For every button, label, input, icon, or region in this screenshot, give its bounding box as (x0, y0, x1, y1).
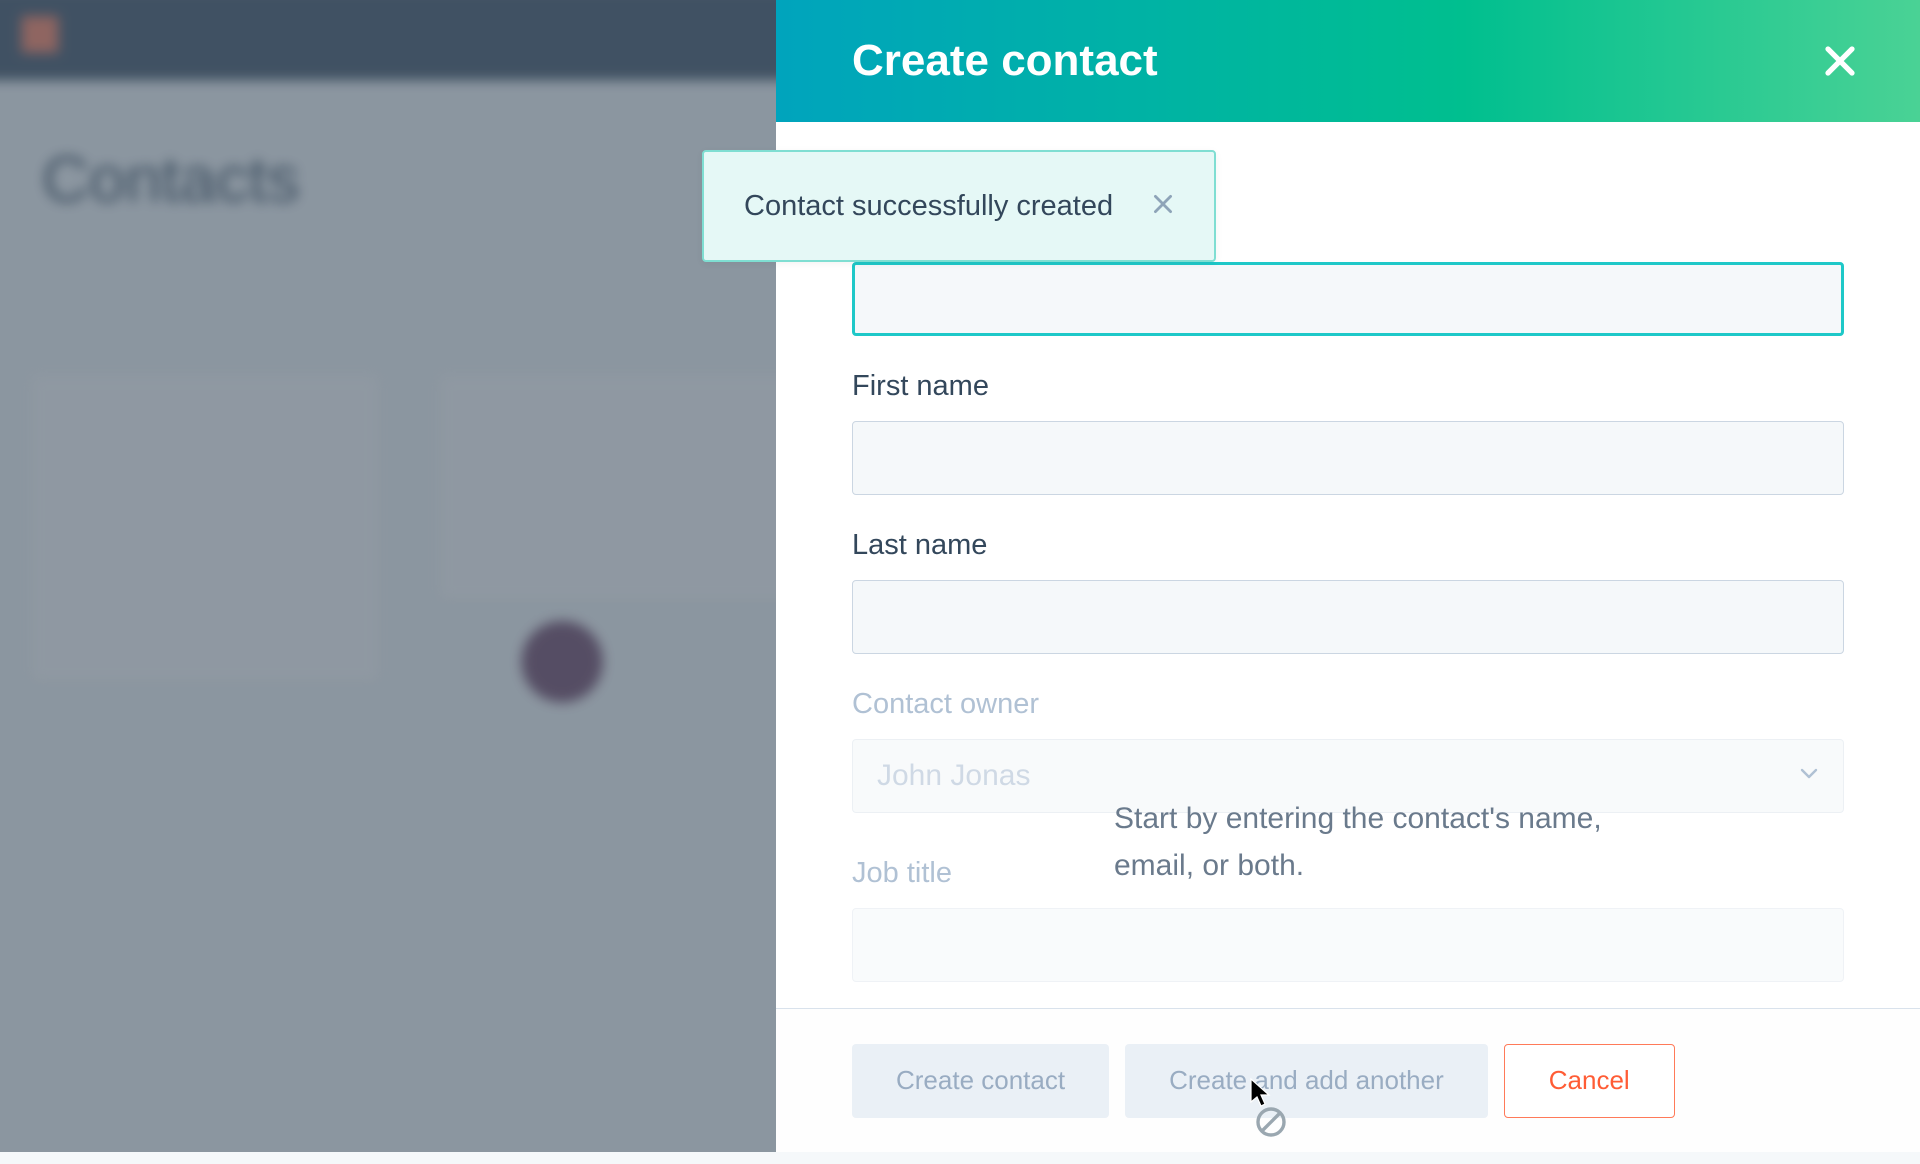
contact-owner-select[interactable]: John Jonas (852, 739, 1844, 813)
close-icon (1150, 191, 1176, 217)
chevron-down-icon (1800, 767, 1818, 785)
create-contact-button[interactable]: Create contact (852, 1044, 1109, 1118)
contact-owner-value: John Jonas (877, 759, 1030, 793)
job-title-label: Job title (852, 857, 1844, 890)
last-name-field[interactable] (852, 580, 1844, 654)
success-toast: Contact successfully created (702, 150, 1216, 262)
job-title-field[interactable] (852, 908, 1844, 982)
panel-footer: Create contact Create and add another Ca… (776, 1008, 1920, 1152)
email-field[interactable] (852, 262, 1844, 336)
contact-owner-label: Contact owner (852, 688, 1844, 721)
first-name-label: First name (852, 370, 1844, 403)
close-panel-button[interactable] (1816, 37, 1864, 85)
create-and-add-another-button[interactable]: Create and add another (1125, 1044, 1488, 1118)
last-name-label: Last name (852, 529, 1844, 562)
panel-header: Create contact (776, 0, 1920, 122)
first-name-field[interactable] (852, 421, 1844, 495)
cancel-button[interactable]: Cancel (1504, 1044, 1675, 1118)
close-icon (1822, 43, 1858, 79)
panel-title: Create contact (852, 36, 1158, 86)
toast-message: Contact successfully created (744, 190, 1113, 223)
toast-close-button[interactable] (1144, 185, 1182, 228)
